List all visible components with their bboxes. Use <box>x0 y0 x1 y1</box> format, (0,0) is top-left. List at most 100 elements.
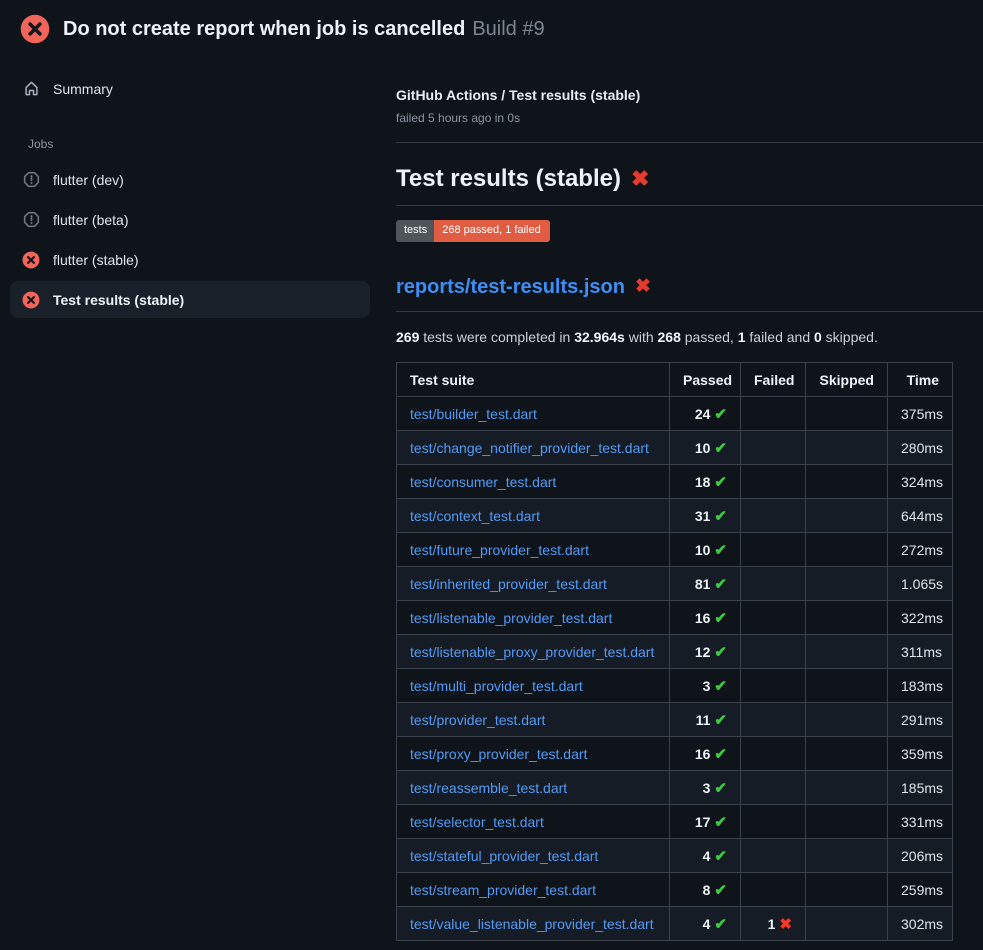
time-cell: 644ms <box>888 499 953 533</box>
test-suite-link[interactable]: test/provider_test.dart <box>410 712 545 728</box>
passed-cell: 16✔ <box>670 601 741 635</box>
passed-cell: 8✔ <box>670 873 741 907</box>
cancelled-icon <box>22 211 40 229</box>
failed-cell <box>741 839 806 873</box>
passed-cell-value: 11 <box>696 712 711 728</box>
sidebar-item-label: flutter (beta) <box>53 212 128 228</box>
passed-cell-value: 4 <box>703 916 711 932</box>
test-suite-link[interactable]: test/stream_provider_test.dart <box>410 882 596 898</box>
sidebar-item-flutter-beta[interactable]: flutter (beta) <box>10 201 370 238</box>
passed-cell-value: 16 <box>695 746 711 762</box>
sidebar-item-summary[interactable]: Summary <box>10 70 370 107</box>
test-suite-link[interactable]: test/future_provider_test.dart <box>410 542 589 558</box>
test-suite-link[interactable]: test/inherited_provider_test.dart <box>410 576 607 592</box>
report-file-heading: reports/test-results.json ✖ <box>396 275 983 312</box>
test-suite-cell: test/context_test.dart <box>397 499 670 533</box>
passed-cell-value: 24 <box>695 406 711 422</box>
failed-cell <box>741 873 806 907</box>
sidebar-item-test-results-stable[interactable]: Test results (stable) <box>10 281 370 318</box>
passed-cell-value: 4 <box>703 848 711 864</box>
passed-cell-value: 3 <box>703 678 711 694</box>
time-cell: 259ms <box>888 873 953 907</box>
tests-badge: tests 268 passed, 1 failed <box>396 220 550 242</box>
test-suite-cell: test/multi_provider_test.dart <box>397 669 670 703</box>
sidebar: Summary Jobs flutter (dev) flutter (beta… <box>0 70 380 318</box>
passed-cell-value: 12 <box>695 644 711 660</box>
test-suite-link[interactable]: test/stateful_provider_test.dart <box>410 848 598 864</box>
failed-count: 1 <box>738 329 746 345</box>
sidebar-item-label: Summary <box>53 81 113 97</box>
check-icon: ✔ <box>714 406 727 423</box>
test-suite-link[interactable]: test/listenable_proxy_provider_test.dart <box>410 644 654 660</box>
passed-cell: 16✔ <box>670 737 741 771</box>
test-suite-cell: test/reassemble_test.dart <box>397 771 670 805</box>
table-row: test/listenable_proxy_provider_test.dart… <box>397 635 953 669</box>
time-cell: 324ms <box>888 465 953 499</box>
failed-icon <box>22 291 40 309</box>
passed-cell-value: 31 <box>695 508 711 524</box>
time-cell: 331ms <box>888 805 953 839</box>
sidebar-item-flutter-dev[interactable]: flutter (dev) <box>10 161 370 198</box>
failed-cell <box>741 397 806 431</box>
table-row: test/builder_test.dart 24✔ 375ms <box>397 397 953 431</box>
passed-cell-value: 8 <box>703 882 711 898</box>
check-icon: ✔ <box>714 916 727 933</box>
failed-icon <box>22 251 40 269</box>
badge-value: 268 passed, 1 failed <box>434 220 549 242</box>
test-suite-link[interactable]: test/multi_provider_test.dart <box>410 678 583 694</box>
passed-cell: 81✔ <box>670 567 741 601</box>
passed-cell-value: 81 <box>695 576 711 592</box>
table-row: test/context_test.dart 31✔ 644ms <box>397 499 953 533</box>
test-suite-cell: test/value_listenable_provider_test.dart <box>397 907 670 941</box>
test-suite-link[interactable]: test/consumer_test.dart <box>410 474 556 490</box>
sidebar-item-flutter-stable[interactable]: flutter (stable) <box>10 241 370 278</box>
check-icon: ✔ <box>714 644 727 661</box>
failed-cell <box>741 737 806 771</box>
check-icon: ✔ <box>714 814 727 831</box>
table-header-row: Test suite Passed Failed Skipped Time <box>397 363 953 397</box>
breadcrumb: GitHub Actions / Test results (stable) <box>396 86 983 104</box>
summary-text: failed and <box>746 329 815 345</box>
skipped-cell <box>806 669 888 703</box>
passed-cell: 18✔ <box>670 465 741 499</box>
check-icon: ✔ <box>714 746 727 763</box>
passed-cell: 3✔ <box>670 669 741 703</box>
failed-cell <box>741 499 806 533</box>
failed-cell <box>741 601 806 635</box>
passed-cell: 10✔ <box>670 533 741 567</box>
test-suite-link[interactable]: test/builder_test.dart <box>410 406 537 422</box>
test-suite-cell: test/listenable_provider_test.dart <box>397 601 670 635</box>
time-cell: 1.065s <box>888 567 953 601</box>
test-suite-cell: test/builder_test.dart <box>397 397 670 431</box>
report-file-link[interactable]: reports/test-results.json <box>396 275 625 299</box>
test-suite-cell: test/future_provider_test.dart <box>397 533 670 567</box>
time-cell: 183ms <box>888 669 953 703</box>
passed-cell: 4✔ <box>670 907 741 941</box>
test-suite-link[interactable]: test/proxy_provider_test.dart <box>410 746 587 762</box>
page-title: Do not create report when job is cancell… <box>63 18 545 41</box>
skipped-cell <box>806 397 888 431</box>
home-icon <box>22 80 40 98</box>
passed-cell-value: 3 <box>703 780 711 796</box>
test-suite-cell: test/consumer_test.dart <box>397 465 670 499</box>
test-suite-link[interactable]: test/reassemble_test.dart <box>410 780 567 796</box>
test-suite-link[interactable]: test/listenable_provider_test.dart <box>410 610 612 626</box>
skipped-cell <box>806 839 888 873</box>
passed-cell: 3✔ <box>670 771 741 805</box>
time-cell: 291ms <box>888 703 953 737</box>
col-passed: Passed <box>670 363 741 397</box>
test-suite-link[interactable]: test/change_notifier_provider_test.dart <box>410 440 649 456</box>
passed-cell: 17✔ <box>670 805 741 839</box>
cancelled-icon <box>22 171 40 189</box>
skipped-cell <box>806 771 888 805</box>
passed-cell: 10✔ <box>670 431 741 465</box>
skipped-cell <box>806 635 888 669</box>
test-suite-link[interactable]: test/context_test.dart <box>410 508 540 524</box>
test-suite-link[interactable]: test/selector_test.dart <box>410 814 544 830</box>
check-icon: ✔ <box>714 508 727 525</box>
check-icon: ✔ <box>714 848 727 865</box>
test-suite-link[interactable]: test/value_listenable_provider_test.dart <box>410 916 654 932</box>
time-cell: 375ms <box>888 397 953 431</box>
failed-cell <box>741 431 806 465</box>
summary-text: skipped. <box>822 329 878 345</box>
